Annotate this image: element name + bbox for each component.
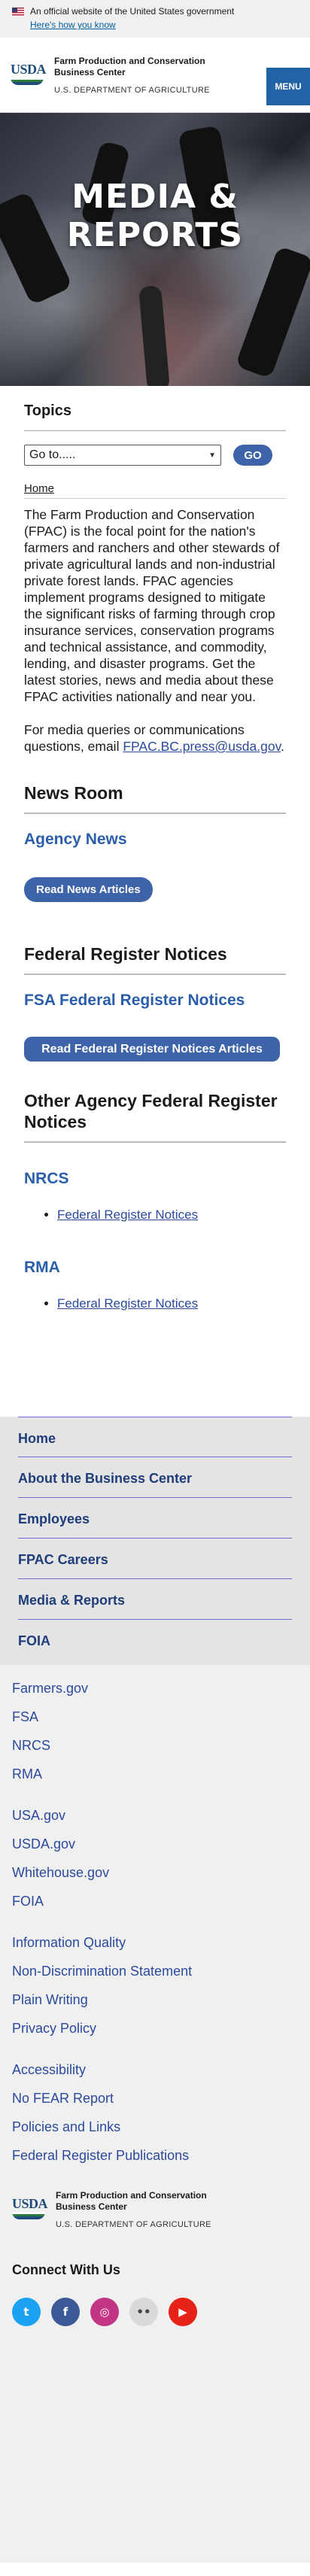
- topics-select-value: Go to.....: [29, 448, 76, 461]
- footer-site-title: Farm Production and Conservation Busines…: [56, 2190, 207, 2212]
- hero-banner: MEDIA & REPORTS: [0, 113, 310, 386]
- site-subtitle: U.S. DEPARTMENT OF AGRICULTURE: [54, 85, 210, 95]
- footer-link-group: Accessibility No FEAR Report Policies an…: [12, 2063, 298, 2163]
- footer-identity: USDA Farm Production and Conservation Bu…: [12, 2190, 298, 2229]
- footer-site-subtitle: U.S. DEPARTMENT OF AGRICULTURE: [56, 2220, 211, 2229]
- fsa-federal-register-link[interactable]: FSA Federal Register Notices: [24, 992, 286, 1010]
- federal-register-heading: Federal Register Notices: [24, 944, 227, 964]
- agency-heading-nrcs: NRCS: [24, 1170, 69, 1187]
- microphone-image: [235, 245, 310, 379]
- divider: [24, 813, 286, 814]
- usda-logo[interactable]: USDA: [11, 62, 47, 88]
- topics-heading: Topics: [24, 402, 71, 419]
- connect-heading: Connect With Us: [12, 2262, 120, 2277]
- divider: [24, 1141, 286, 1143]
- topics-select[interactable]: Go to..... ▼: [24, 445, 221, 466]
- press-email-link[interactable]: FPAC.BC.press@usda.gov: [123, 739, 281, 754]
- footer-nav-careers[interactable]: FPAC Careers: [18, 1539, 292, 1579]
- footer-link-group: Farmers.gov FSA NRCS RMA: [12, 1681, 298, 1782]
- footer-link-information-quality[interactable]: Information Quality: [12, 1936, 298, 1950]
- list-item: Federal Register Notices: [57, 1296, 286, 1311]
- nrcs-federal-register-link[interactable]: Federal Register Notices: [57, 1208, 198, 1222]
- footer-link-group: USA.gov USDA.gov Whitehouse.gov FOIA: [12, 1809, 298, 1909]
- agency-list: Federal Register Notices: [24, 1208, 286, 1223]
- divider: [24, 430, 286, 431]
- news-room-heading: News Room: [24, 783, 123, 803]
- footer-link-policies[interactable]: Policies and Links: [12, 2120, 298, 2134]
- footer-link-farmers-gov[interactable]: Farmers.gov: [12, 1681, 298, 1696]
- breadcrumb-home-link[interactable]: Home: [24, 482, 54, 495]
- facebook-icon[interactable]: f: [51, 2298, 80, 2326]
- footer-link-plain-writing[interactable]: Plain Writing: [12, 1993, 298, 2007]
- footer-link-whitehouse-gov[interactable]: Whitehouse.gov: [12, 1866, 298, 1880]
- footer-nav-home[interactable]: Home: [18, 1417, 292, 1457]
- footer-nav-employees[interactable]: Employees: [18, 1498, 292, 1539]
- page-title: MEDIA & REPORTS: [66, 178, 244, 254]
- footer-link-nrcs[interactable]: NRCS: [12, 1739, 298, 1753]
- flickr-icon[interactable]: ••: [129, 2298, 158, 2326]
- list-item: Federal Register Notices: [57, 1208, 286, 1223]
- agency-list: Federal Register Notices: [24, 1296, 286, 1311]
- gov-banner-text: An official website of the United States…: [30, 6, 235, 17]
- footer-link-rma[interactable]: RMA: [12, 1767, 298, 1782]
- gov-banner: An official website of the United States…: [0, 0, 310, 38]
- footer-nav-about[interactable]: About the Business Center: [18, 1457, 292, 1498]
- footer-nav-media-reports[interactable]: Media & Reports: [18, 1579, 292, 1620]
- breadcrumb: Home: [24, 482, 286, 495]
- agency-heading-rma: RMA: [24, 1259, 60, 1276]
- footer-link-group: Information Quality Non-Discrimination S…: [12, 1936, 298, 2036]
- instagram-icon[interactable]: ◎: [90, 2298, 119, 2326]
- us-flag-icon: [12, 7, 24, 16]
- social-links: t f ◎ •• ▶: [12, 2298, 298, 2326]
- site-footer: Farmers.gov FSA NRCS RMA USA.gov USDA.go…: [0, 1665, 310, 2562]
- footer-nav-foia[interactable]: FOIA: [18, 1620, 292, 1660]
- site-header: USDA Farm Production and Conservation Bu…: [0, 38, 310, 113]
- go-button[interactable]: GO: [233, 445, 272, 466]
- footer-link-accessibility[interactable]: Accessibility: [12, 2063, 298, 2077]
- footer-link-foia[interactable]: FOIA: [12, 1894, 298, 1909]
- chevron-down-icon: ▼: [208, 451, 216, 460]
- media-contact-paragraph: For media queries or communications ques…: [24, 722, 284, 754]
- topics-jump-form: Go to..... ▼ GO: [24, 445, 286, 466]
- heres-how-you-know-link[interactable]: Here's how you know: [30, 20, 298, 30]
- read-federal-register-button[interactable]: Read Federal Register Notices Articles: [24, 1037, 280, 1062]
- footer-link-no-fear[interactable]: No FEAR Report: [12, 2091, 298, 2106]
- rma-federal-register-link[interactable]: Federal Register Notices: [57, 1296, 198, 1311]
- footer-link-usa-gov[interactable]: USA.gov: [12, 1809, 298, 1823]
- youtube-icon[interactable]: ▶: [169, 2298, 197, 2326]
- agency-news-link[interactable]: Agency News: [24, 831, 286, 849]
- footer-link-fsa[interactable]: FSA: [12, 1710, 298, 1724]
- site-identity: Farm Production and Conservation Busines…: [54, 56, 242, 95]
- footer-link-privacy-policy[interactable]: Privacy Policy: [12, 2022, 298, 2036]
- site-title[interactable]: Farm Production and Conservation Busines…: [54, 56, 242, 78]
- footer-link-usda-gov[interactable]: USDA.gov: [12, 1837, 298, 1852]
- divider: [24, 974, 286, 975]
- divider: [24, 498, 286, 499]
- microphone-image: [138, 284, 171, 386]
- footer-nav: Home About the Business Center Employees…: [0, 1417, 310, 1665]
- twitter-icon[interactable]: t: [12, 2298, 41, 2326]
- usda-logo[interactable]: USDA: [12, 2197, 48, 2222]
- footer-link-non-discrimination[interactable]: Non-Discrimination Statement: [12, 1964, 298, 1979]
- intro-paragraph: The Farm Production and Conservation (FP…: [24, 507, 280, 704]
- main-content: Topics Go to..... ▼ GO Home The Farm Pro…: [0, 402, 310, 1311]
- read-news-articles-button[interactable]: Read News Articles: [24, 877, 153, 902]
- menu-button[interactable]: MENU: [266, 68, 310, 105]
- other-agency-heading: Other Agency Federal Register Notices: [24, 1091, 278, 1132]
- footer-link-federal-register-publications[interactable]: Federal Register Publications: [12, 2149, 298, 2163]
